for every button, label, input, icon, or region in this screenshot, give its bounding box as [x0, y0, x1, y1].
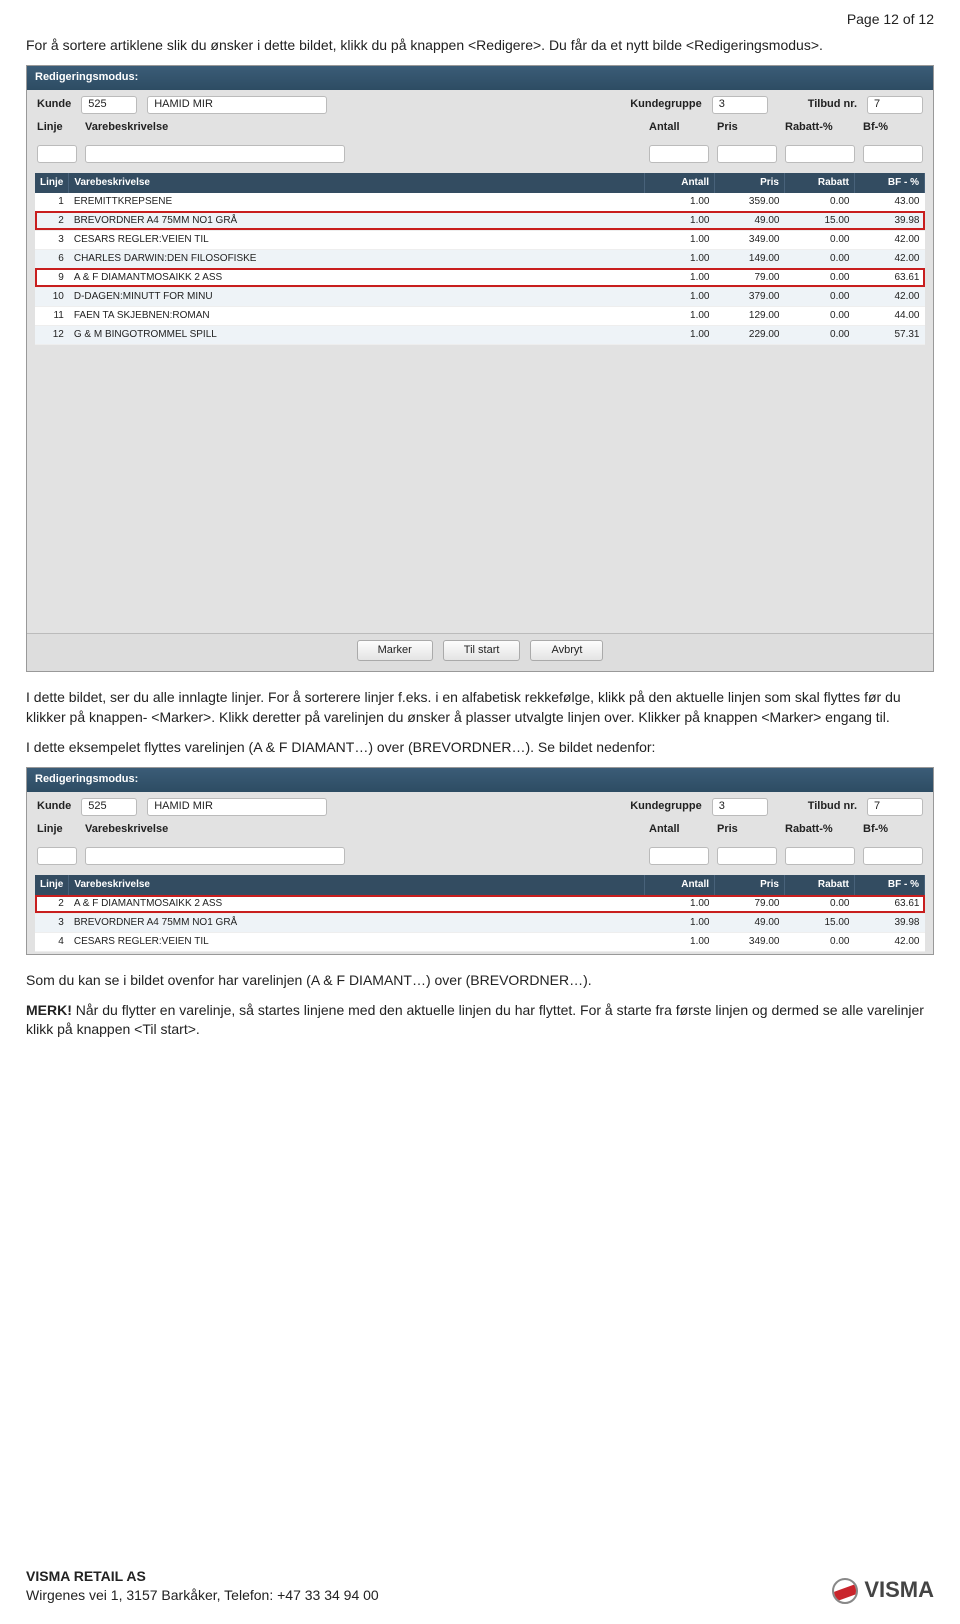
linje-label: Linje: [37, 120, 77, 135]
visma-logo: VISMA: [832, 1575, 934, 1606]
th-bf: BF - %: [855, 875, 925, 895]
visma-logo-icon: [832, 1578, 858, 1604]
antall-input[interactable]: [649, 847, 709, 865]
pris-label: Pris: [717, 120, 777, 135]
antall-label: Antall: [649, 120, 709, 135]
th-pris: Pris: [715, 173, 785, 193]
pris-input[interactable]: [717, 847, 777, 865]
kunde-name-field[interactable]: HAMID MIR: [147, 96, 327, 114]
kundegruppe-field[interactable]: 3: [712, 96, 768, 114]
th-rabatt: Rabatt: [785, 173, 855, 193]
paragraph-5: MERK! Når du flytter en varelinje, så st…: [26, 1001, 934, 1040]
line-table: Linje Varebeskrivelse Antall Pris Rabatt…: [35, 875, 925, 952]
table-row[interactable]: 1EREMITTKREPSENE1.00359.000.0043.00: [35, 193, 925, 212]
linje-label: Linje: [37, 822, 77, 837]
rabatt-label: Rabatt-%: [785, 822, 855, 837]
th-rabatt: Rabatt: [785, 875, 855, 895]
varebeskrivelse-input[interactable]: [85, 847, 345, 865]
kundegruppe-label: Kundegruppe: [630, 799, 702, 814]
merk-label: MERK!: [26, 1002, 72, 1018]
kunde-label: Kunde: [37, 799, 71, 814]
line-table: Linje Varebeskrivelse Antall Pris Rabatt…: [35, 173, 925, 345]
tilbudnr-field[interactable]: 7: [867, 96, 923, 114]
table-row[interactable]: 12G & M BINGOTROMMEL SPILL1.00229.000.00…: [35, 325, 925, 344]
tilbudnr-field[interactable]: 7: [867, 798, 923, 816]
pris-input[interactable]: [717, 145, 777, 163]
kundegruppe-field[interactable]: 3: [712, 798, 768, 816]
varebeskrivelse-label: Varebeskrivelse: [85, 120, 315, 135]
varebeskrivelse-label: Varebeskrivelse: [85, 822, 315, 837]
marker-button[interactable]: Marker: [357, 640, 433, 661]
table-row[interactable]: 4CESARS REGLER:VEIEN TIL1.00349.000.0042…: [35, 932, 925, 951]
rabatt-input[interactable]: [785, 847, 855, 865]
paragraph-5-text: Når du flytter en varelinje, så startes …: [26, 1002, 924, 1038]
th-pris: Pris: [715, 875, 785, 895]
table-row[interactable]: 2A & F DIAMANTMOSAIKK 2 ASS1.0079.000.00…: [35, 895, 925, 914]
paragraph-1: For å sortere artiklene slik du ønsker i…: [26, 36, 934, 56]
bf-label: Bf-%: [863, 120, 923, 135]
table-row[interactable]: 3CESARS REGLER:VEIEN TIL1.00349.000.0042…: [35, 230, 925, 249]
page-footer: VISMA RETAIL AS Wirgenes vei 1, 3157 Bar…: [26, 1567, 934, 1606]
bf-input[interactable]: [863, 145, 923, 163]
footer-company: VISMA RETAIL AS: [26, 1567, 379, 1587]
paragraph-3: I dette eksempelet flyttes varelinjen (A…: [26, 738, 934, 758]
varebeskrivelse-input[interactable]: [85, 145, 345, 163]
paragraph-4: Som du kan se i bildet ovenfor har varel…: [26, 971, 934, 991]
empty-area: [27, 353, 933, 633]
footer-address: Wirgenes vei 1, 3157 Barkåker, Telefon: …: [26, 1586, 379, 1606]
pris-label: Pris: [717, 822, 777, 837]
screenshot-edit-mode-1: Redigeringsmodus: Kunde 525 HAMID MIR Ku…: [26, 65, 934, 672]
table-row[interactable]: 9A & F DIAMANTMOSAIKK 2 ASS1.0079.000.00…: [35, 268, 925, 287]
window-title: Redigeringsmodus:: [27, 768, 933, 791]
visma-brand-text: VISMA: [864, 1575, 934, 1606]
kunde-id-field[interactable]: 525: [81, 96, 137, 114]
table-row[interactable]: 11FAEN TA SKJEBNEN:ROMAN1.00129.000.0044…: [35, 306, 925, 325]
linje-input[interactable]: [37, 847, 77, 865]
kunde-label: Kunde: [37, 97, 71, 112]
kundegruppe-label: Kundegruppe: [630, 97, 702, 112]
paragraph-2: I dette bildet, ser du alle innlagte lin…: [26, 688, 934, 727]
antall-label: Antall: [649, 822, 709, 837]
tilstart-button[interactable]: Til start: [443, 640, 521, 661]
th-antall: Antall: [645, 173, 715, 193]
th-linje: Linje: [35, 173, 69, 193]
table-row[interactable]: 10D-DAGEN:MINUTT FOR MINU1.00379.000.004…: [35, 287, 925, 306]
table-row[interactable]: 2BREVORDNER A4 75MM NO1 GRÅ1.0049.0015.0…: [35, 211, 925, 230]
table-row[interactable]: 3BREVORDNER A4 75MM NO1 GRÅ1.0049.0015.0…: [35, 913, 925, 932]
rabatt-label: Rabatt-%: [785, 120, 855, 135]
th-vare: Varebeskrivelse: [69, 875, 645, 895]
th-antall: Antall: [645, 875, 715, 895]
kunde-name-field[interactable]: HAMID MIR: [147, 798, 327, 816]
th-linje: Linje: [35, 875, 69, 895]
window-title: Redigeringsmodus:: [27, 66, 933, 89]
avbryt-button[interactable]: Avbryt: [530, 640, 603, 661]
kunde-id-field[interactable]: 525: [81, 798, 137, 816]
tilbudnr-label: Tilbud nr.: [808, 97, 857, 112]
page-header: Page 12 of 12: [0, 0, 960, 30]
table-row[interactable]: 6CHARLES DARWIN:DEN FILOSOFISKE1.00149.0…: [35, 249, 925, 268]
bf-input[interactable]: [863, 847, 923, 865]
rabatt-input[interactable]: [785, 145, 855, 163]
antall-input[interactable]: [649, 145, 709, 163]
linje-input[interactable]: [37, 145, 77, 163]
th-bf: BF - %: [855, 173, 925, 193]
tilbudnr-label: Tilbud nr.: [808, 799, 857, 814]
th-vare: Varebeskrivelse: [69, 173, 645, 193]
screenshot-edit-mode-2: Redigeringsmodus: Kunde 525 HAMID MIR Ku…: [26, 767, 934, 955]
bf-label: Bf-%: [863, 822, 923, 837]
